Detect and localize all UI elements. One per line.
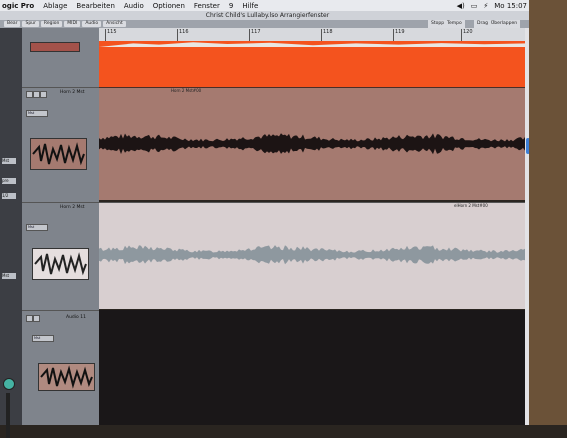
- battery-icon[interactable]: ⚡: [483, 2, 488, 10]
- clock[interactable]: Mo 15:07: [494, 2, 527, 10]
- menu-screenset[interactable]: 9: [229, 2, 233, 10]
- track-4-icon: [38, 363, 95, 391]
- track-header-4[interactable]: Audio 11 Mst: [22, 310, 99, 426]
- region-1-waveform-top: [99, 42, 527, 47]
- track-2-icon: [30, 138, 87, 170]
- track-4-name[interactable]: Audio 11: [66, 315, 86, 320]
- ruler-bar-116: 116: [177, 29, 189, 41]
- track-header-2[interactable]: Horn 2 Mst Mst: [22, 87, 99, 203]
- track-4-mst-menu[interactable]: Mst: [32, 335, 54, 342]
- strip-out-label: Mst: [2, 273, 16, 279]
- track-3-icon: [32, 248, 89, 280]
- region-3-waveform: [99, 245, 527, 265]
- menu-audio[interactable]: Audio: [124, 2, 144, 10]
- strip-io-label: 1/2: [2, 193, 16, 199]
- toolbar-region-menu[interactable]: Region: [40, 21, 63, 27]
- track-3-mst-menu[interactable]: Mst: [26, 224, 48, 231]
- track-2-icon-waveform: [32, 142, 85, 166]
- mute-button[interactable]: [26, 91, 33, 98]
- volume-icon[interactable]: ◀): [457, 2, 465, 10]
- track-header-1[interactable]: [22, 28, 99, 87]
- volume-fader[interactable]: [6, 393, 10, 438]
- region-track-2[interactable]: Horn 2 Mst#00: [99, 87, 527, 200]
- ruler-bar-120: 120: [461, 29, 473, 41]
- track-3-icon-waveform: [34, 252, 87, 276]
- solo-button[interactable]: [33, 315, 40, 322]
- toolbar-ansicht-menu[interactable]: Ansicht: [103, 21, 126, 27]
- ruler-bar-119: 119: [393, 29, 405, 41]
- track-1-icon: [30, 42, 80, 52]
- menu-hilfe[interactable]: Hilfe: [242, 2, 258, 10]
- channel-strip: Mst pre 1/2 Mst: [0, 28, 22, 438]
- track-2-mst-menu[interactable]: Mst: [26, 110, 48, 117]
- ruler-bar-117: 117: [249, 29, 261, 41]
- mute-button[interactable]: [26, 315, 33, 322]
- toolbar-spur-menu[interactable]: Spur: [22, 21, 39, 27]
- menu-bearbeiten[interactable]: Bearbeiten: [76, 2, 114, 10]
- overlap-button[interactable]: Überlappen: [488, 20, 521, 28]
- window-title: Christ Child's Lullaby.lso Arrangierfens…: [0, 11, 535, 20]
- record-button[interactable]: [40, 91, 47, 98]
- track-header-3[interactable]: Horn 2 Mst Mst: [22, 202, 99, 311]
- toolbar-audio-menu[interactable]: Audio: [82, 21, 102, 27]
- region-2-waveform: [99, 133, 527, 155]
- ruler-bar-115: 115: [105, 29, 117, 41]
- track-2-name[interactable]: Horn 2 Mst: [60, 90, 84, 95]
- display-icon[interactable]: ▭: [471, 2, 478, 10]
- monitor-bezel: [529, 0, 567, 425]
- region-track-1[interactable]: [99, 41, 527, 87]
- strip-mst-label: Mst: [2, 158, 16, 164]
- menu-ablage[interactable]: Ablage: [43, 2, 67, 10]
- bar-ruler[interactable]: 115 116 117 118 119 120: [99, 28, 529, 42]
- track-3-name[interactable]: Horn 2 Mst: [60, 205, 84, 210]
- pan-knob[interactable]: [3, 378, 15, 390]
- toolbar-midi-menu[interactable]: MIDI: [64, 21, 81, 27]
- strip-pre-label: pre: [2, 178, 16, 184]
- ruler-bar-118: 118: [321, 29, 333, 41]
- tempo-button[interactable]: Tempo: [444, 20, 465, 28]
- menu-fenster[interactable]: Fenster: [194, 2, 220, 10]
- menu-app[interactable]: ogic Pro: [2, 2, 34, 10]
- solo-button[interactable]: [33, 91, 40, 98]
- region-track-4-empty[interactable]: [99, 310, 527, 425]
- menu-optionen[interactable]: Optionen: [153, 2, 185, 10]
- menu-bar: ogic Pro Ablage Bearbeiten Audio Optione…: [0, 0, 545, 11]
- toolbar-bear-menu[interactable]: Bear: [4, 21, 21, 27]
- region-track-3[interactable]: elHorn 2 Mst#00: [99, 202, 527, 309]
- track-4-icon-waveform: [40, 365, 93, 389]
